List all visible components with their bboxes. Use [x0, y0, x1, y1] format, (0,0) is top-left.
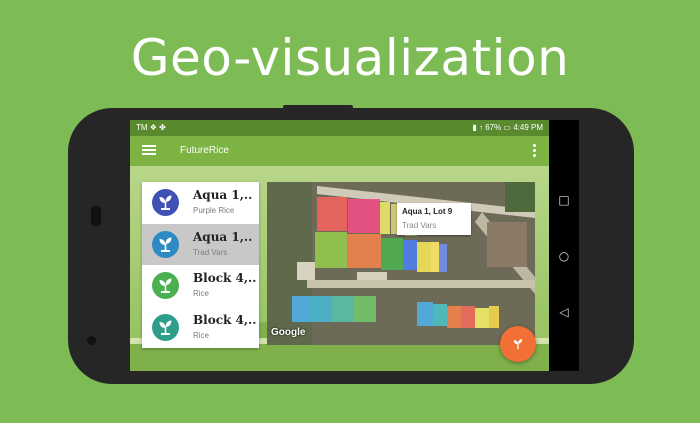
sprout-icon — [152, 272, 179, 299]
recents-icon[interactable]: □ — [556, 192, 572, 208]
phone-speaker — [91, 206, 101, 226]
sprout-icon — [152, 313, 179, 341]
status-right: ▮ ↑ 67% ▭ 4:49 PM — [472, 123, 543, 132]
item-subtitle: Trad Vars — [193, 247, 228, 257]
volume-button — [283, 105, 353, 109]
phone-frame: TM ❖ ✤ ▮ ↑ 67% ▭ 4:49 PM FutureRice Aqua… — [68, 105, 634, 384]
headline: Geo-visualization — [130, 29, 570, 87]
list-item[interactable]: Block 4,.. Rice — [142, 307, 259, 349]
overflow-menu-icon[interactable] — [533, 143, 537, 159]
phone-camera — [87, 336, 96, 345]
hamburger-menu-icon[interactable] — [142, 143, 156, 157]
fab-button[interactable] — [500, 326, 536, 362]
item-subtitle: Purple Rice — [193, 206, 235, 215]
android-nav-bar: □ ○ ◁ — [549, 120, 579, 371]
screen: TM ❖ ✤ ▮ ↑ 67% ▭ 4:49 PM FutureRice Aqua… — [130, 120, 549, 371]
tooltip-subtitle: Trad Vars — [402, 221, 437, 230]
sprout-icon — [152, 189, 179, 216]
sprout-icon — [513, 339, 523, 350]
tooltip-title: Aqua 1, Lot 9 — [402, 207, 453, 216]
item-subtitle: Rice — [193, 330, 210, 340]
list-item[interactable]: Block 4,.. Rice — [142, 265, 259, 307]
sprout-icon — [152, 230, 179, 258]
app-title: FutureRice — [180, 145, 229, 156]
item-subtitle: Rice — [193, 289, 210, 298]
app-bar: FutureRice — [130, 136, 549, 166]
item-title: Block 4,.. — [193, 271, 257, 285]
list-item[interactable]: Aqua 1,.. Purple Rice — [142, 182, 259, 224]
lot-list: Aqua 1,.. Purple Rice Aqua 1,.. Trad Var… — [142, 182, 259, 348]
item-title: Aqua 1,.. — [193, 188, 253, 202]
status-bar: TM ❖ ✤ ▮ ↑ 67% ▭ 4:49 PM — [130, 120, 549, 136]
home-icon[interactable]: ○ — [556, 248, 572, 264]
list-item[interactable]: Aqua 1,.. Trad Vars — [142, 223, 259, 265]
status-left: TM ❖ ✤ — [136, 123, 166, 132]
plot-tooltip: Aqua 1, Lot 9 Trad Vars — [397, 203, 471, 235]
item-title: Block 4,.. — [193, 312, 257, 327]
item-title: Aqua 1,.. — [193, 229, 253, 244]
google-logo: Google — [271, 327, 306, 338]
back-icon[interactable]: ◁ — [556, 304, 572, 320]
satellite-map[interactable]: Aqua 1, Lot 9 Trad Vars Google — [267, 182, 535, 345]
